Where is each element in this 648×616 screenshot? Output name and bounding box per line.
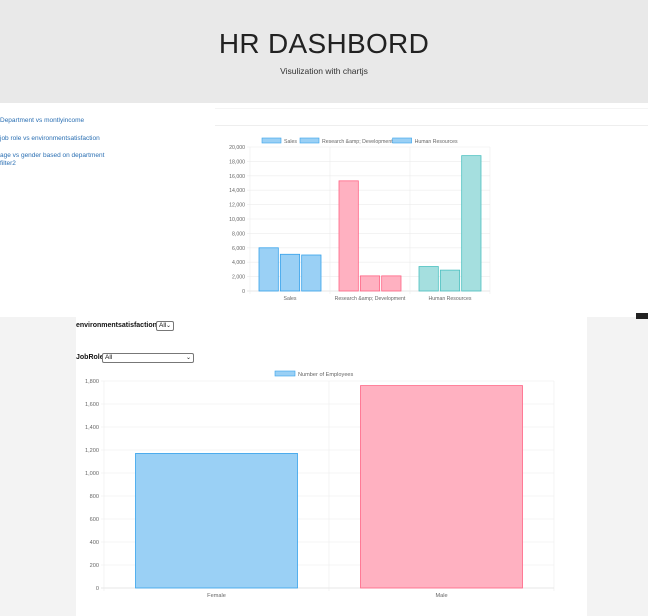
window-edge bbox=[636, 313, 648, 319]
y-tick-label: 400 bbox=[90, 540, 99, 546]
env-filter-label: environmentsatisfaction bbox=[76, 322, 157, 329]
y-tick-label: 0 bbox=[96, 586, 99, 592]
sidebar-nav: Department vs montlyincome job role vs e… bbox=[0, 103, 215, 318]
nav-link-department-income[interactable]: Department vs montlyincome bbox=[0, 117, 84, 125]
y-tick-label: 12,000 bbox=[229, 203, 245, 209]
y-tick-label: 600 bbox=[90, 517, 99, 523]
bar bbox=[258, 247, 279, 292]
y-tick-label: 1,400 bbox=[85, 425, 99, 431]
bar bbox=[135, 453, 298, 589]
header-banner: HR DASHBORD Visulization with chartjs bbox=[0, 0, 648, 103]
divider bbox=[215, 125, 648, 126]
bar bbox=[360, 385, 523, 589]
legend-swatch bbox=[392, 137, 412, 144]
chevron-down-icon: ⌄ bbox=[165, 323, 171, 329]
y-tick-label: 1,800 bbox=[85, 379, 99, 385]
bar bbox=[359, 275, 381, 292]
page-subtitle: Visulization with chartjs bbox=[280, 66, 368, 76]
legend-label: Research &amp; Development bbox=[322, 139, 393, 145]
legend-swatch bbox=[299, 137, 320, 144]
divider bbox=[215, 108, 648, 109]
bar bbox=[381, 275, 402, 292]
y-tick-label: 6,000 bbox=[232, 246, 245, 252]
chevron-down-icon: ⌄ bbox=[185, 355, 191, 361]
page: HR DASHBORD Visulization with chartjs De… bbox=[0, 0, 648, 616]
bar bbox=[418, 266, 439, 292]
y-tick-label: 1,600 bbox=[85, 402, 99, 408]
y-tick-label: 0 bbox=[242, 289, 245, 295]
y-tick-label: 16,000 bbox=[229, 174, 245, 180]
y-tick-label: 8,000 bbox=[232, 231, 245, 237]
legend-label: Human Resources bbox=[415, 139, 458, 145]
y-tick-label: 4,000 bbox=[232, 260, 245, 266]
env-filter-select[interactable]: All ⌄ bbox=[156, 321, 174, 331]
department-income-chart: 0 2,000 4,000 6,000 8,000 10,000 12,000 14,000 1… bbox=[229, 137, 491, 302]
legend-swatch bbox=[261, 137, 282, 144]
y-tick-label: 1,200 bbox=[85, 448, 99, 454]
x-tick-label: Human Resources bbox=[429, 296, 472, 302]
legend-swatch bbox=[274, 370, 296, 377]
nav-link-age-gender[interactable]: age vs gender based on department bbox=[0, 152, 104, 160]
bar bbox=[338, 180, 359, 292]
page-title: HR DASHBORD bbox=[218, 28, 430, 59]
y-tick-label: 1,000 bbox=[85, 471, 99, 477]
legend-label: Number of Employees bbox=[298, 372, 354, 378]
y-tick-label: 2,000 bbox=[232, 275, 245, 281]
y-tick-label: 200 bbox=[90, 563, 99, 569]
y-tick-label: 18,000 bbox=[229, 159, 245, 165]
legend-label: Sales bbox=[284, 139, 297, 145]
gender-employees-chart: 0 200 400 600 800 1,000 1,200 1,400 1,600 1,800 Fe… bbox=[85, 370, 555, 599]
y-tick-label: 800 bbox=[90, 494, 99, 500]
x-tick-label: Sales bbox=[284, 296, 297, 302]
bar bbox=[439, 269, 461, 292]
x-tick-label: Research &amp; Development bbox=[335, 296, 406, 302]
bar bbox=[301, 254, 322, 292]
jobrole-filter-value: All bbox=[105, 354, 113, 361]
nav-link-filter2[interactable]: filter2 bbox=[0, 160, 16, 168]
x-tick-label: Male bbox=[435, 593, 447, 599]
y-tick-label: 14,000 bbox=[229, 188, 245, 194]
bar bbox=[461, 155, 482, 292]
jobrole-filter-select[interactable]: All ⌄ bbox=[102, 353, 194, 363]
y-tick-label: 20,000 bbox=[229, 145, 245, 151]
jobrole-filter-label: JobRole bbox=[76, 354, 104, 361]
x-tick-label: Female bbox=[207, 593, 226, 599]
nav-link-jobrole-environment[interactable]: job role vs environmentsatisfaction bbox=[0, 135, 100, 143]
y-tick-label: 10,000 bbox=[229, 217, 245, 223]
bar bbox=[279, 253, 301, 292]
